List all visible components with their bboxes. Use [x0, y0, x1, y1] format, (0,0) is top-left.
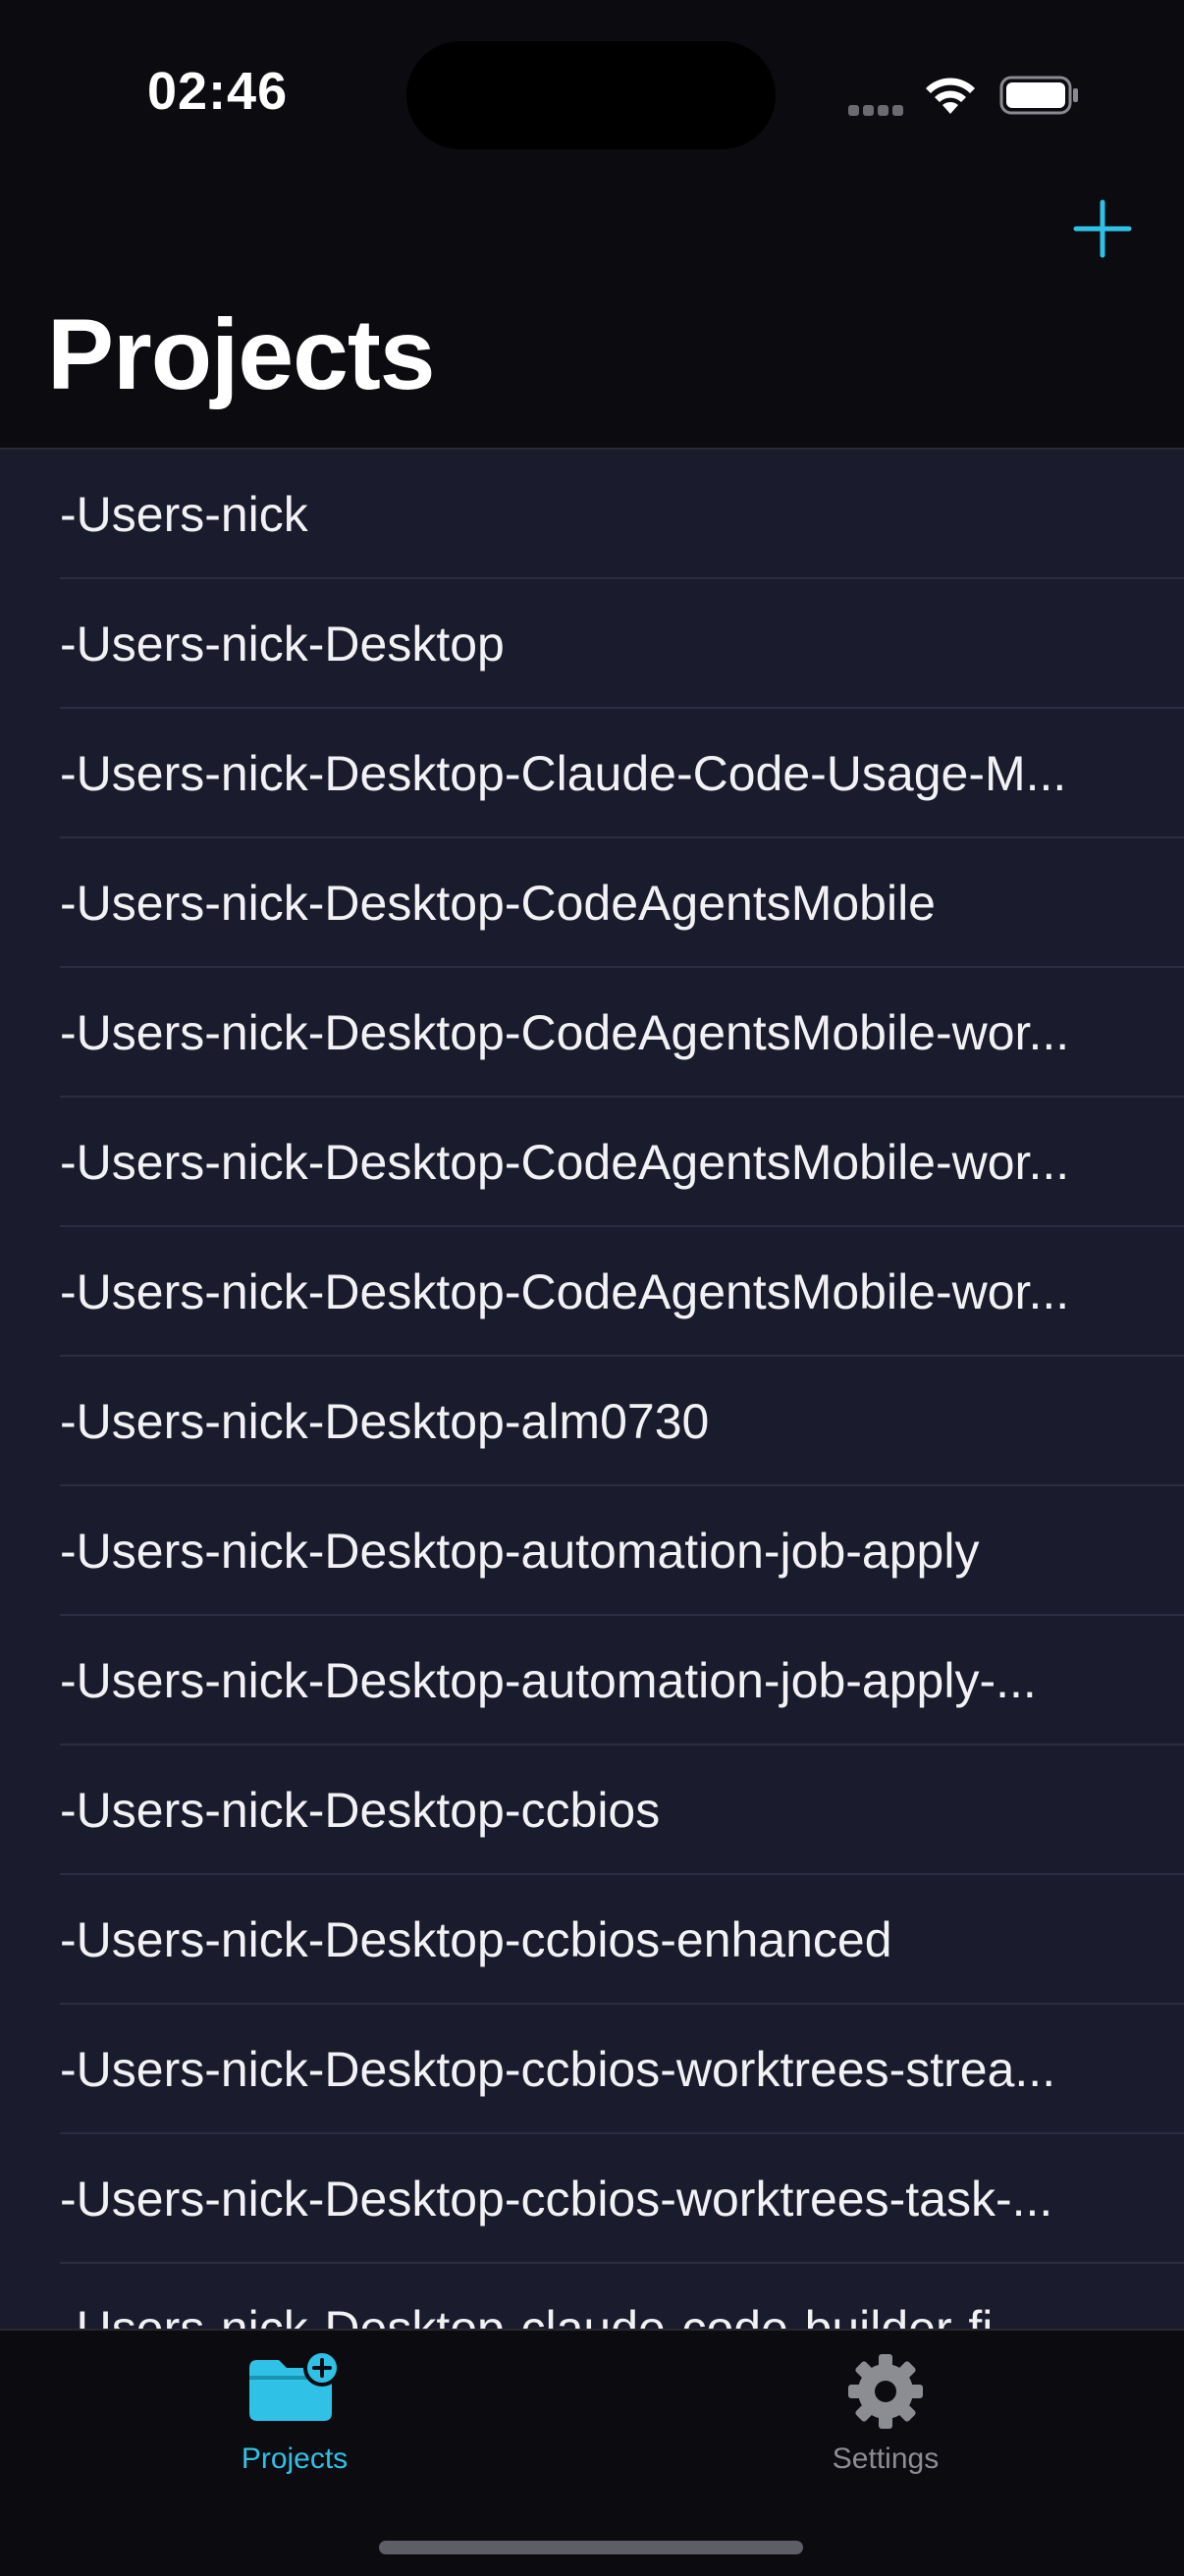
project-name: -Users-nick-Desktop-alm0730 — [60, 1394, 710, 1449]
page-title: Projects — [47, 298, 436, 410]
home-indicator[interactable] — [379, 2541, 803, 2554]
dynamic-island — [406, 41, 776, 149]
projects-list[interactable]: -Users-nick -Users-nick-Desktop -Users-n… — [0, 450, 1184, 2329]
tab-label: Settings — [832, 2442, 940, 2475]
project-name: -Users-nick-Desktop-ccbios-enhanced — [60, 1912, 892, 1967]
project-name: -Users-nick-Desktop-CodeAgentsMobile — [60, 876, 936, 931]
wifi-icon — [926, 78, 975, 114]
tab-settings[interactable]: Settings — [689, 2331, 1082, 2497]
project-row[interactable]: -Users-nick — [0, 450, 1184, 579]
project-row[interactable]: -Users-nick-Desktop-CodeAgentsMobile — [0, 838, 1184, 968]
project-row[interactable]: -Users-nick-Desktop-alm0730 — [0, 1357, 1184, 1486]
battery-icon — [999, 76, 1078, 115]
project-row[interactable]: -Users-nick-Desktop-claude-code-builder-… — [0, 2264, 1184, 2329]
tab-projects[interactable]: Projects — [98, 2331, 491, 2497]
project-name: -Users-nick-Desktop — [60, 617, 505, 671]
project-row[interactable]: -Users-nick-Desktop-ccbios-worktrees-tas… — [0, 2134, 1184, 2264]
navigation-header: Projects — [0, 187, 1184, 450]
project-row[interactable]: -Users-nick-Desktop-ccbios-worktrees-str… — [0, 2005, 1184, 2134]
project-row[interactable]: -Users-nick-Desktop-automation-job-apply — [0, 1486, 1184, 1616]
project-name: -Users-nick-Desktop-CodeAgentsMobile-wor… — [60, 1005, 1070, 1060]
project-row[interactable]: -Users-nick-Desktop-automation-job-apply… — [0, 1616, 1184, 1745]
folder-plus-icon — [249, 2352, 341, 2421]
project-name: -Users-nick-Desktop-CodeAgentsMobile-wor… — [60, 1135, 1070, 1190]
project-row[interactable]: -Users-nick-Desktop-CodeAgentsMobile-wor… — [0, 1098, 1184, 1227]
status-time: 02:46 — [147, 62, 289, 121]
project-name: -Users-nick-Desktop-CodeAgentsMobile-wor… — [60, 1264, 1070, 1319]
project-name: -Users-nick — [60, 487, 308, 542]
project-row[interactable]: -Users-nick-Desktop — [0, 579, 1184, 709]
gear-icon — [848, 2354, 923, 2429]
project-name: -Users-nick-Desktop-ccbios-worktrees-str… — [60, 2042, 1056, 2097]
project-row[interactable]: -Users-nick-Desktop-CodeAgentsMobile-wor… — [0, 968, 1184, 1098]
project-row[interactable]: -Users-nick-Desktop-ccbios — [0, 1745, 1184, 1875]
tab-label: Projects — [241, 2442, 349, 2475]
project-name: -Users-nick-Desktop-automation-job-apply — [60, 1524, 980, 1579]
project-name: -Users-nick-Desktop-ccbios-worktrees-tas… — [60, 2172, 1053, 2227]
status-bar: 02:46 — [0, 0, 1184, 187]
project-row[interactable]: -Users-nick-Desktop-ccbios-enhanced — [0, 1875, 1184, 2005]
project-row[interactable]: -Users-nick-Desktop-CodeAgentsMobile-wor… — [0, 1227, 1184, 1357]
project-name: -Users-nick-Desktop-Claude-Code-Usage-M.… — [60, 746, 1067, 801]
tab-bar: Projects Settings — [0, 2329, 1184, 2576]
plus-icon[interactable] — [1070, 196, 1135, 261]
project-row[interactable]: -Users-nick-Desktop-Claude-Code-Usage-M.… — [0, 709, 1184, 838]
project-name: -Users-nick-Desktop-automation-job-apply… — [60, 1653, 1037, 1708]
project-name: -Users-nick-Desktop-ccbios — [60, 1783, 661, 1838]
cellular-signal-icon — [848, 103, 907, 117]
project-name: -Users-nick-Desktop-claude-code-builder-… — [60, 2301, 1034, 2329]
